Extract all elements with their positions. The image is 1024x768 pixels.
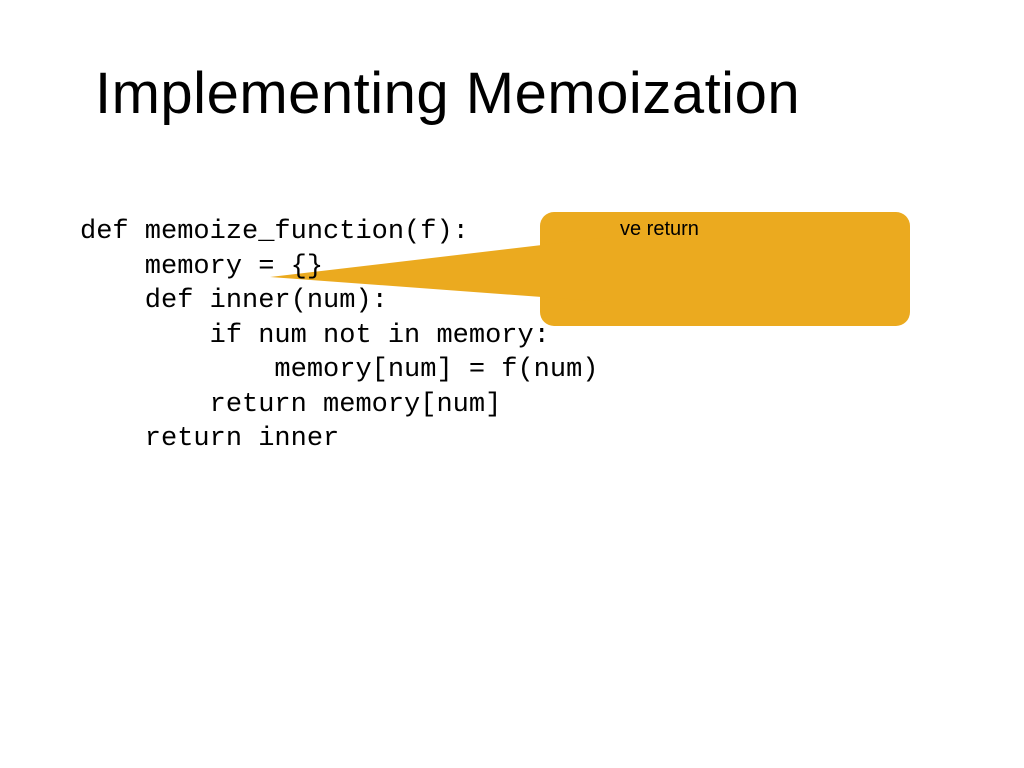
callout-text: ve return <box>620 218 699 241</box>
slide-title: Implementing Memoization <box>95 60 800 127</box>
slide: Implementing Memoization ve return def m… <box>0 0 1024 768</box>
code-block: def memoize_function(f): memory = {} def… <box>80 215 598 457</box>
